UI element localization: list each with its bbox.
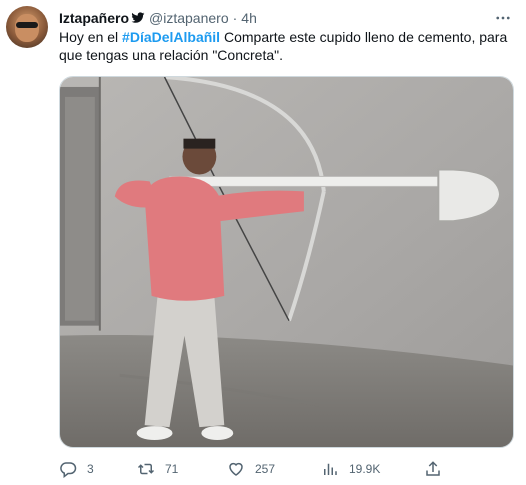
separator-dot: · [232,10,238,26]
retweet-icon [137,463,155,475]
tweet-photo[interactable] [59,76,514,448]
reply-count: 3 [87,462,94,476]
views-chart-icon [324,463,337,475]
tweet-text-before: Hoy en el [59,29,123,45]
like-button[interactable]: 257 [227,458,275,480]
photo-meme-icon [60,77,513,447]
reply-button[interactable]: 3 [59,458,94,480]
reply-icon [60,462,77,478]
action-bar: 3 71 257 19.9K [59,458,514,480]
avatar-face [15,14,39,42]
views-count: 19.9K [349,462,381,476]
tweet-text: Hoy en el #DíaDelAlbañil Comparte este c… [59,28,514,64]
views-button[interactable]: 19.9K [321,458,380,480]
hashtag-link[interactable]: #DíaDelAlbañil [122,29,220,45]
share-button[interactable] [424,458,452,480]
like-count: 257 [255,462,276,476]
bird-icon [131,11,145,25]
display-name[interactable]: Iztapañero [59,9,129,27]
tweet-card[interactable]: Iztapañero @iztapanero · 4h Hoy en el #D… [0,0,526,485]
retweet-button[interactable]: 71 [137,458,178,480]
user-handle[interactable]: @iztapanero [149,9,229,27]
avatar[interactable] [6,6,48,48]
tweet-header: Iztapañero @iztapanero · 4h [59,9,512,27]
share-icon [426,461,440,476]
avatar-sunglasses [16,22,38,28]
retweet-count: 71 [165,462,179,476]
timestamp[interactable]: 4h [241,9,257,27]
heart-icon [229,462,243,476]
more-options-icon[interactable] [494,9,512,27]
